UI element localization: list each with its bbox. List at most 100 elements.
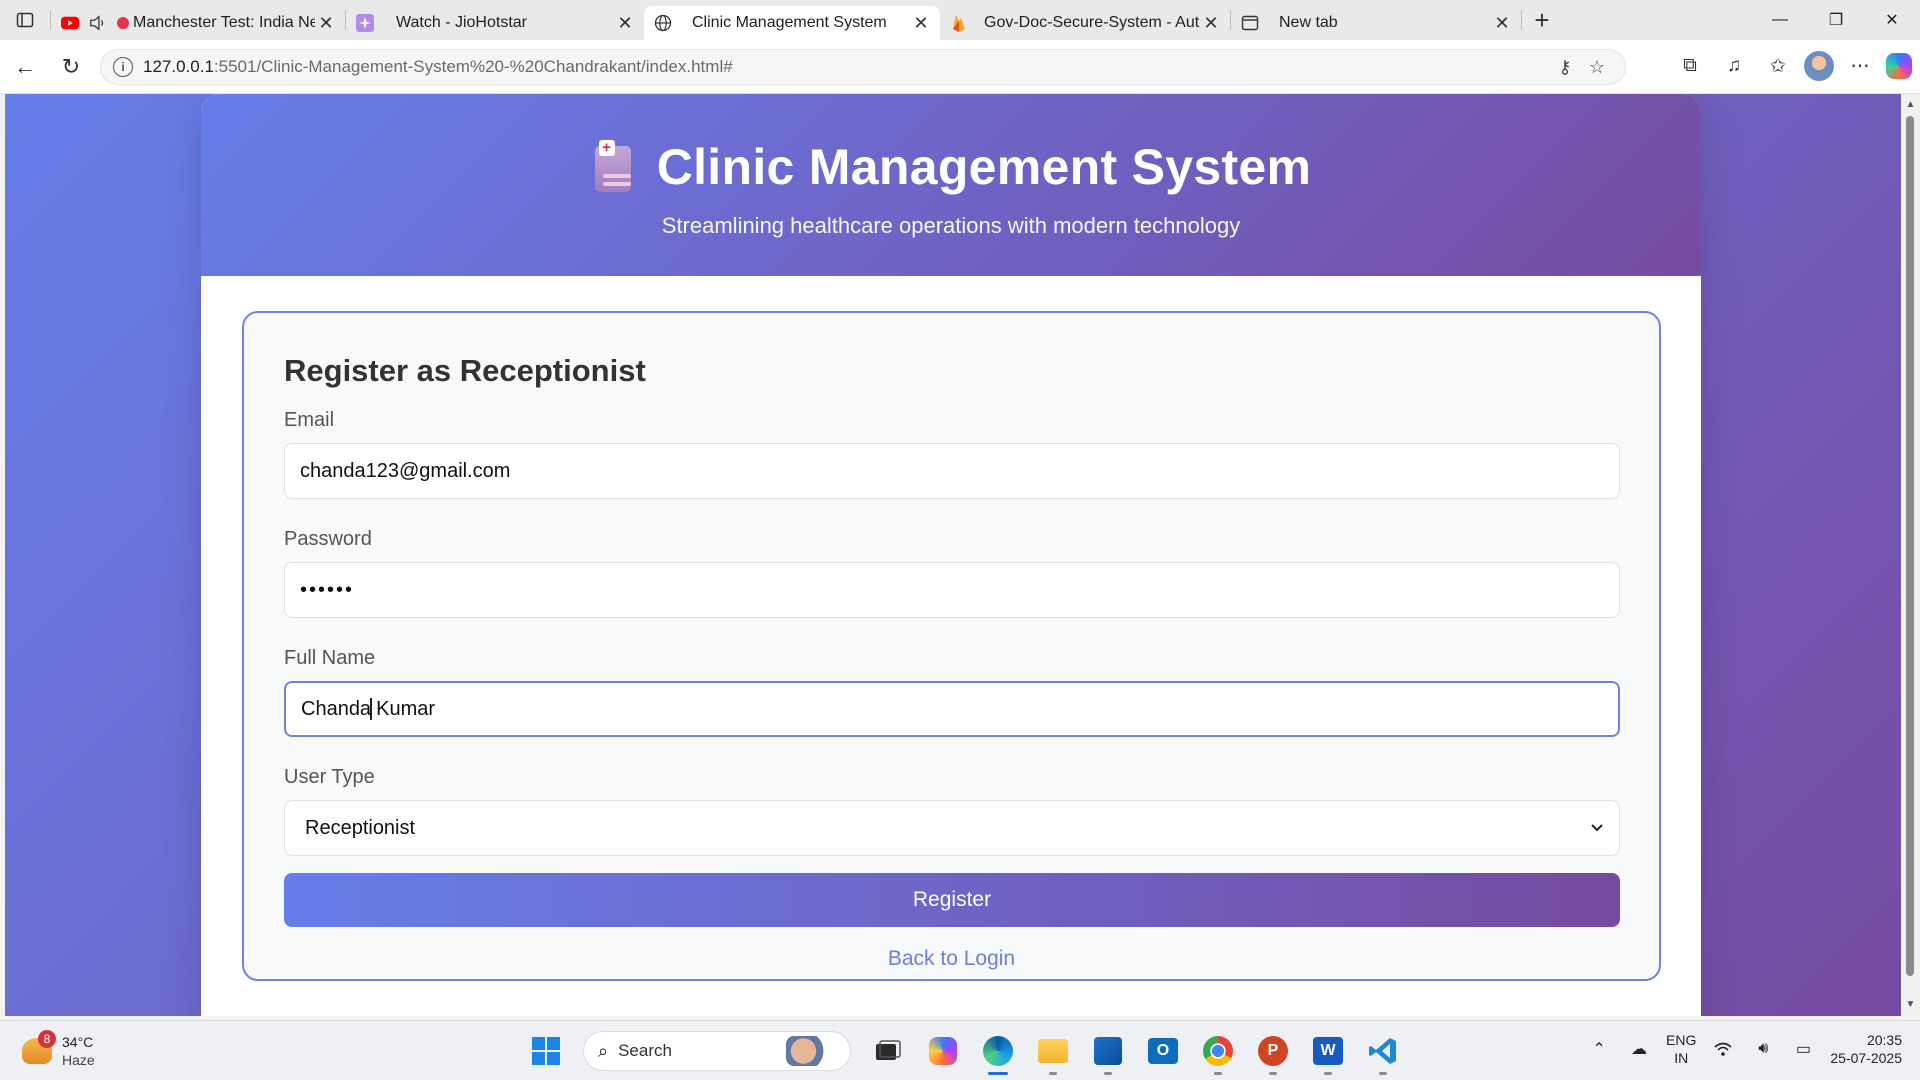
scroll-up-icon[interactable]: ▲ [1904,98,1917,112]
weather-text: 34°C Haze [62,1033,95,1069]
chrome-app-button[interactable] [1196,1029,1240,1075]
minimize-button[interactable]: — [1752,0,1808,40]
password-label: Password [284,528,372,550]
back-to-login-link[interactable]: Back to Login [284,947,1619,971]
copilot-icon[interactable] [1886,53,1912,79]
system-tray: ⌃ ☁ ENG IN 🔊︎ ▭ 20:35 25-07-2025 [1586,1031,1902,1067]
chrome-icon [1203,1036,1233,1066]
windows-logo-icon [532,1037,560,1065]
close-tab-icon[interactable]: ✕ [315,12,337,34]
powerpoint-icon: P [1258,1036,1288,1066]
vscode-app-button[interactable] [1361,1029,1405,1075]
weather-condition: Haze [62,1052,95,1068]
profile-avatar[interactable] [1804,51,1834,81]
back-button[interactable]: ← [2,47,48,87]
copilot-app-button[interactable] [921,1029,965,1073]
favorites-icon[interactable]: ✩ [1760,48,1796,84]
search-icon: ⌕ [598,1040,609,1061]
close-icon: ✕ [1885,12,1899,29]
tab-manchester-test[interactable]: Manchester Test: India Ne ✕ [51,6,345,40]
language-indicator[interactable]: ENG IN [1666,1031,1696,1067]
running-indicator [1049,1072,1057,1075]
running-indicator [1324,1072,1332,1075]
clock[interactable]: 20:35 25-07-2025 [1830,1031,1902,1067]
tab-gov-doc-secure[interactable]: Gov-Doc-Secure-System - Authen ✕ [940,6,1230,40]
scroll-down-icon[interactable]: ▼ [1904,998,1917,1012]
scrollbar-thumb[interactable] [1906,116,1914,976]
onedrive-icon[interactable]: ☁ [1626,1036,1652,1062]
favorite-star-icon[interactable]: ☆ [1581,51,1613,83]
copilot-app-icon [929,1037,957,1065]
usertype-select[interactable]: Receptionist [284,800,1620,856]
store-app-button[interactable] [1086,1029,1130,1075]
tab-jiohotstar[interactable]: Watch - JioHotstar ✕ [346,6,644,40]
close-tab-icon[interactable]: ✕ [1200,12,1222,34]
close-tab-icon[interactable]: ✕ [1491,12,1513,34]
page-subtitle: Streamlining healthcare operations with … [661,213,1241,238]
language-line1: ENG [1666,1032,1697,1048]
fullname-field[interactable]: Chanda Kumar [284,681,1620,737]
more-options-icon[interactable]: ⋯ [1842,48,1878,84]
read-aloud-icon[interactable]: ♫ [1716,48,1752,84]
tab-label: Watch - JioHotstar [396,14,527,31]
key-icon[interactable]: ⚷ [1549,51,1581,83]
edge-app-button[interactable] [976,1029,1020,1075]
minimize-icon: — [1772,11,1788,28]
window-controls: — ❐ ✕ [1752,0,1920,40]
weather-widget[interactable]: 8 34°C Haze [22,1030,95,1069]
close-tab-icon[interactable]: ✕ [614,12,636,34]
page-scrollbar[interactable]: ▲ ▼ [1901,94,1920,1016]
notification-badge: 8 [38,1030,56,1048]
tab-new-tab[interactable]: New tab ✕ [1231,6,1521,40]
url-text[interactable]: 127.0.0.1:5501/Clinic-Management-System%… [143,57,1549,77]
tab-actions-button[interactable] [0,0,50,40]
task-view-button[interactable] [866,1029,910,1073]
app-container: + Clinic Management System Streamlining … [201,94,1701,1016]
site-info-icon[interactable]: i [113,57,133,77]
search-highlight-icon [786,1036,836,1066]
wifi-icon[interactable] [1710,1036,1736,1062]
folder-icon [1038,1039,1068,1063]
email-field[interactable]: chanda123@gmail.com [284,443,1620,499]
reload-button[interactable]: ↻ [48,47,94,87]
powerpoint-app-button[interactable]: P [1251,1029,1295,1075]
chevron-up-icon[interactable]: ⌃ [1586,1036,1612,1062]
running-indicator [1214,1072,1222,1075]
fullname-value-part1: Chanda [301,697,372,720]
email-value: chanda123@gmail.com [300,459,511,482]
running-indicator [1104,1072,1112,1075]
restore-icon: ❐ [1828,12,1844,29]
close-tab-icon[interactable]: ✕ [910,12,932,34]
page-title: + Clinic Management System [591,138,1312,196]
extensions-icon[interactable]: ⧉ [1672,48,1708,84]
new-tab-button[interactable]: + [1522,0,1562,40]
taskbar-apps: ⌕ Search O P W [524,1029,1405,1075]
address-bar[interactable]: i 127.0.0.1:5501/Clinic-Management-Syste… [100,49,1626,85]
globe-icon [654,14,672,32]
battery-icon[interactable]: ▭ [1790,1036,1816,1062]
file-explorer-button[interactable] [1031,1029,1075,1075]
close-window-button[interactable]: ✕ [1864,0,1920,40]
browser-toolbar: ← ↻ i 127.0.0.1:5501/Clinic-Management-S… [0,40,1920,94]
start-button[interactable] [524,1029,568,1073]
volume-icon[interactable]: 🔊︎ [1750,1036,1776,1062]
word-icon: W [1313,1037,1343,1065]
outlook-app-button[interactable]: O [1141,1029,1185,1073]
password-field[interactable]: •••••• [284,562,1620,618]
recording-dot-icon [117,17,129,29]
reload-icon: ↻ [61,53,81,79]
word-app-button[interactable]: W [1306,1029,1350,1075]
url-path: :5501/Clinic-Management-System%20-%20Cha… [213,57,733,76]
newtab-icon [1241,14,1259,32]
speaker-icon[interactable] [89,14,107,32]
running-indicator [1379,1072,1387,1075]
restore-button[interactable]: ❐ [1808,0,1864,40]
register-button[interactable]: Register [284,873,1620,927]
plus-icon: + [1534,4,1550,35]
tab-clinic-management[interactable]: Clinic Management System ✕ [644,6,940,40]
running-indicator [1269,1072,1277,1075]
taskbar-search[interactable]: ⌕ Search [583,1031,851,1071]
fullname-label: Full Name [284,647,376,669]
usertype-label: User Type [284,766,375,788]
tab-actions-icon [16,12,34,28]
